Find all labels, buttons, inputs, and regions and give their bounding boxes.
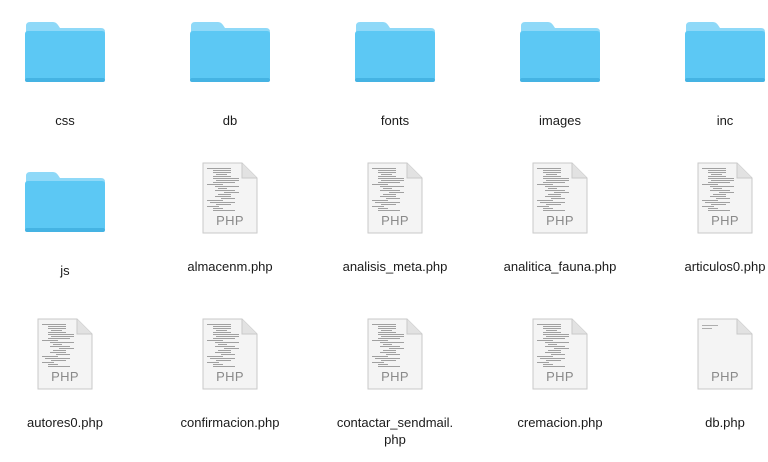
file-item[interactable]: PHP contactar_sendmail. php bbox=[320, 318, 470, 448]
item-name: articulos0.php bbox=[684, 259, 766, 274]
item-icon: PHP bbox=[512, 318, 608, 408]
file-item[interactable]: PHP cremacion.php bbox=[485, 318, 635, 431]
item-name: autores0.php bbox=[27, 415, 103, 430]
file-item[interactable]: PHP analitica_fauna.php bbox=[485, 162, 635, 275]
php-badge-label: PHP bbox=[711, 369, 739, 384]
file-item[interactable]: PHP autores0.php bbox=[0, 318, 140, 431]
item-icon bbox=[677, 12, 768, 102]
item-icon: PHP bbox=[182, 162, 278, 252]
file-item[interactable]: PHP db.php bbox=[650, 318, 768, 431]
finder-icon-grid: css db fonts images inc js PHP almacenm.php PHP a… bbox=[0, 0, 768, 462]
folder-item[interactable]: images bbox=[485, 12, 635, 129]
folder-icon bbox=[355, 22, 435, 82]
php-badge-label: PHP bbox=[546, 369, 574, 384]
item-name: analitica_fauna.php bbox=[503, 259, 617, 274]
file-item[interactable]: PHP confirmacion.php bbox=[155, 318, 305, 431]
item-name: analisis_meta.php bbox=[342, 259, 448, 274]
folder-icon bbox=[190, 22, 270, 82]
folder-icon bbox=[25, 22, 105, 82]
item-icon: PHP bbox=[347, 162, 443, 252]
php-file-icon: PHP bbox=[697, 162, 753, 234]
php-badge-label: PHP bbox=[216, 369, 244, 384]
php-file-icon: PHP bbox=[202, 162, 258, 234]
item-name: db.php bbox=[705, 415, 745, 430]
folder-item[interactable]: css bbox=[0, 12, 140, 129]
item-icon bbox=[347, 12, 443, 102]
file-item[interactable]: PHP articulos0.php bbox=[650, 162, 768, 275]
file-item[interactable]: PHP analisis_meta.php bbox=[320, 162, 470, 275]
php-file-icon: PHP bbox=[532, 162, 588, 234]
item-name: cremacion.php bbox=[517, 415, 603, 430]
file-item[interactable]: PHP almacenm.php bbox=[155, 162, 305, 275]
folder-icon bbox=[685, 22, 765, 82]
item-name: images bbox=[539, 113, 581, 128]
item-name: inc bbox=[716, 113, 734, 128]
folder-item[interactable]: js bbox=[0, 162, 140, 279]
item-name: db bbox=[222, 113, 238, 128]
item-icon: PHP bbox=[347, 318, 443, 408]
folder-item[interactable]: fonts bbox=[320, 12, 470, 129]
php-badge-label: PHP bbox=[216, 213, 244, 228]
php-badge-label: PHP bbox=[381, 369, 409, 384]
item-name: fonts bbox=[380, 113, 410, 128]
item-name: js bbox=[60, 263, 70, 278]
folder-icon bbox=[25, 172, 105, 232]
item-icon: PHP bbox=[512, 162, 608, 252]
php-file-icon: PHP bbox=[367, 318, 423, 390]
php-file-icon: PHP bbox=[532, 318, 588, 390]
php-badge-label: PHP bbox=[711, 213, 739, 228]
php-file-icon: PHP bbox=[697, 318, 753, 390]
php-badge-label: PHP bbox=[381, 213, 409, 228]
item-icon bbox=[182, 12, 278, 102]
item-icon bbox=[512, 12, 608, 102]
item-name: almacenm.php bbox=[187, 259, 273, 274]
folder-icon bbox=[520, 22, 600, 82]
folder-item[interactable]: db bbox=[155, 12, 305, 129]
item-name: contactar_sendmail. php bbox=[336, 415, 454, 447]
php-badge-label: PHP bbox=[546, 213, 574, 228]
item-icon bbox=[17, 162, 113, 252]
item-name: confirmacion.php bbox=[180, 415, 280, 430]
php-file-icon: PHP bbox=[202, 318, 258, 390]
item-icon: PHP bbox=[182, 318, 278, 408]
item-icon bbox=[17, 12, 113, 102]
php-badge-label: PHP bbox=[51, 369, 79, 384]
item-icon: PHP bbox=[677, 318, 768, 408]
item-icon: PHP bbox=[677, 162, 768, 252]
item-icon: PHP bbox=[17, 318, 113, 408]
php-file-icon: PHP bbox=[367, 162, 423, 234]
folder-item[interactable]: inc bbox=[650, 12, 768, 129]
php-file-icon: PHP bbox=[37, 318, 93, 390]
item-name: css bbox=[55, 113, 75, 128]
